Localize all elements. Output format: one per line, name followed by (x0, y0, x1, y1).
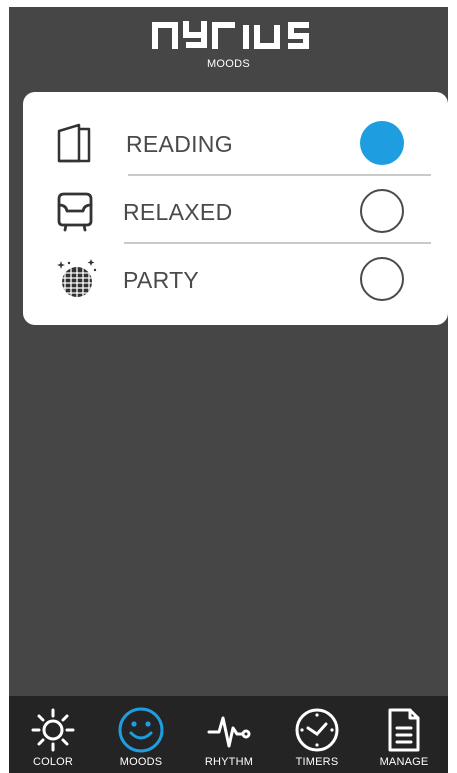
sun-icon (31, 708, 75, 752)
mood-radio-reading[interactable] (360, 121, 404, 165)
mood-label-reading: READING (126, 131, 233, 157)
nyrius-logo (152, 21, 309, 49)
page-subtitle: MOODS (206, 58, 251, 70)
armchair-icon (57, 192, 93, 232)
mood-row-reading[interactable]: READING (23, 109, 448, 177)
tab-label-rhythm: RHYTHM (204, 756, 254, 768)
book-icon (57, 123, 91, 163)
moods-card: READING RELAXED PARTY (23, 92, 448, 325)
tab-label-moods: MOODS (119, 756, 163, 768)
mood-label-party: PARTY (123, 267, 200, 293)
clock-icon (295, 708, 339, 752)
heartbeat-icon (207, 716, 251, 748)
mood-row-relaxed[interactable]: RELAXED (23, 177, 448, 245)
mood-label-relaxed: RELAXED (123, 199, 233, 225)
tab-rhythm[interactable]: RHYTHM (185, 696, 273, 773)
tab-label-manage: MANAGE (379, 756, 429, 768)
header: MOODS (9, 7, 448, 87)
mood-radio-relaxed[interactable] (360, 189, 404, 233)
mood-row-party[interactable]: PARTY (23, 245, 448, 313)
disco-ball-icon (57, 259, 97, 297)
mood-radio-party[interactable] (360, 257, 404, 301)
tab-moods[interactable]: MOODS (97, 696, 185, 773)
tab-label-color: COLOR (32, 756, 74, 768)
tab-timers[interactable]: TIMERS (273, 696, 361, 773)
bottom-tab-bar: COLOR MOODS RHYTHM TIMERS MANAGE (9, 696, 448, 773)
tab-color[interactable]: COLOR (9, 696, 97, 773)
tab-manage[interactable]: MANAGE (360, 696, 448, 773)
divider (124, 242, 431, 244)
tab-label-timers: TIMERS (295, 756, 339, 768)
divider (128, 174, 431, 176)
app-screen: MOODS READING RELAXED PARTY COLOR MOODS … (9, 7, 448, 773)
smiley-icon (118, 707, 164, 753)
document-icon (388, 708, 420, 752)
